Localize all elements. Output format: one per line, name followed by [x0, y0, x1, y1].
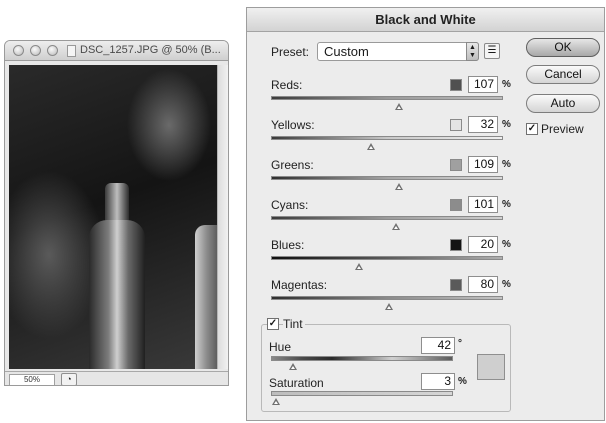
ok-button[interactable]: OK	[526, 38, 600, 57]
document-proxy-icon[interactable]	[67, 45, 76, 57]
status-menu-button[interactable]: ◔	[61, 373, 77, 385]
document-title: DSC_1257.JPG @ 50% (B...	[80, 44, 221, 56]
zoom-level-field[interactable]: 50%	[9, 374, 55, 385]
tint-checkbox[interactable]: ✓	[267, 318, 279, 330]
saturation-slider-track[interactable]	[271, 391, 453, 396]
saturation-unit: %	[458, 376, 467, 387]
cyans-slider-thumb[interactable]	[392, 223, 401, 230]
yellows-label: Yellows:	[271, 118, 315, 132]
checkmark-icon: ✓	[527, 123, 537, 134]
zoom-icon[interactable]	[47, 45, 58, 56]
reds-label: Reds:	[271, 78, 303, 92]
preset-select[interactable]: Custom ▲ ▼	[317, 42, 479, 61]
second-bottle	[195, 225, 217, 369]
blues-unit: %	[502, 239, 511, 250]
document-window: DSC_1257.JPG @ 50% (B... 50% ◔	[4, 40, 229, 386]
auto-button[interactable]: Auto	[526, 94, 600, 113]
tint-color-swatch[interactable]	[477, 354, 505, 380]
reds-slider-track[interactable]	[271, 96, 503, 100]
cancel-button[interactable]: Cancel	[526, 65, 600, 84]
bottle	[89, 220, 145, 369]
cyans-unit: %	[502, 199, 511, 210]
preset-options-button[interactable]: ☰	[484, 43, 500, 59]
magentas-slider-track[interactable]	[271, 296, 503, 300]
greens-color-swatch	[450, 159, 462, 171]
hue-field[interactable]: 42	[421, 337, 455, 354]
reds-unit: %	[502, 79, 511, 90]
magentas-unit: %	[502, 279, 511, 290]
black-and-white-dialog: Black and White Preset: Custom ▲ ▼ ☰ Reds…	[246, 7, 605, 421]
cyans-slider-track[interactable]	[271, 216, 503, 220]
tint-label: Tint	[283, 317, 305, 331]
greens-value-field[interactable]: 109	[468, 156, 498, 173]
greens-unit: %	[502, 159, 511, 170]
blues-slider-track[interactable]	[271, 256, 503, 260]
saturation-field[interactable]: 3	[421, 373, 455, 390]
cyans-label: Cyans:	[271, 198, 309, 212]
vertical-scrollbar[interactable]	[217, 65, 228, 369]
greens-slider-thumb[interactable]	[394, 183, 403, 190]
hue-slider-thumb[interactable]	[288, 363, 297, 370]
yellows-slider-thumb[interactable]	[366, 143, 375, 150]
cyans-value-field[interactable]: 101	[468, 196, 498, 213]
list-menu-icon: ☰	[487, 45, 497, 56]
hue-unit: °	[458, 338, 462, 349]
magentas-label: Magentas:	[271, 278, 328, 292]
yellows-slider-track[interactable]	[271, 136, 503, 140]
cyans-color-swatch	[450, 199, 462, 211]
reds-value-field[interactable]: 107	[468, 76, 498, 93]
preview-label: Preview	[541, 122, 584, 136]
blues-label: Blues:	[271, 238, 305, 252]
minimize-icon[interactable]	[30, 45, 41, 56]
hue-slider-track[interactable]	[271, 356, 453, 361]
document-titlebar: DSC_1257.JPG @ 50% (B...	[5, 41, 228, 61]
image-canvas[interactable]	[9, 65, 217, 369]
magentas-value-field[interactable]: 80	[468, 276, 498, 293]
checkmark-icon: ✓	[268, 318, 278, 329]
yellows-unit: %	[502, 119, 511, 130]
reds-color-swatch	[450, 79, 462, 91]
blues-value-field[interactable]: 20	[468, 236, 498, 253]
tint-group	[261, 324, 511, 412]
preset-label: Preset:	[271, 45, 310, 59]
select-arrows-icon: ▲ ▼	[466, 42, 479, 61]
magentas-color-swatch	[450, 279, 462, 291]
preset-value: Custom	[324, 44, 369, 59]
greens-label: Greens:	[271, 158, 314, 172]
preview-checkbox[interactable]: ✓	[526, 123, 538, 135]
saturation-label: Saturation	[269, 376, 324, 390]
greens-slider-track[interactable]	[271, 176, 503, 180]
blues-color-swatch	[450, 239, 462, 251]
hue-label: Hue	[269, 340, 292, 354]
close-icon[interactable]	[13, 45, 24, 56]
yellows-color-swatch	[450, 119, 462, 131]
magentas-slider-thumb[interactable]	[385, 303, 394, 310]
saturation-slider-thumb[interactable]	[272, 398, 281, 405]
dialog-title: Black and White	[247, 8, 604, 32]
yellows-value-field[interactable]: 32	[468, 116, 498, 133]
blues-slider-thumb[interactable]	[355, 263, 364, 270]
reds-slider-thumb[interactable]	[394, 103, 403, 110]
document-statusbar: 50% ◔	[5, 371, 228, 385]
